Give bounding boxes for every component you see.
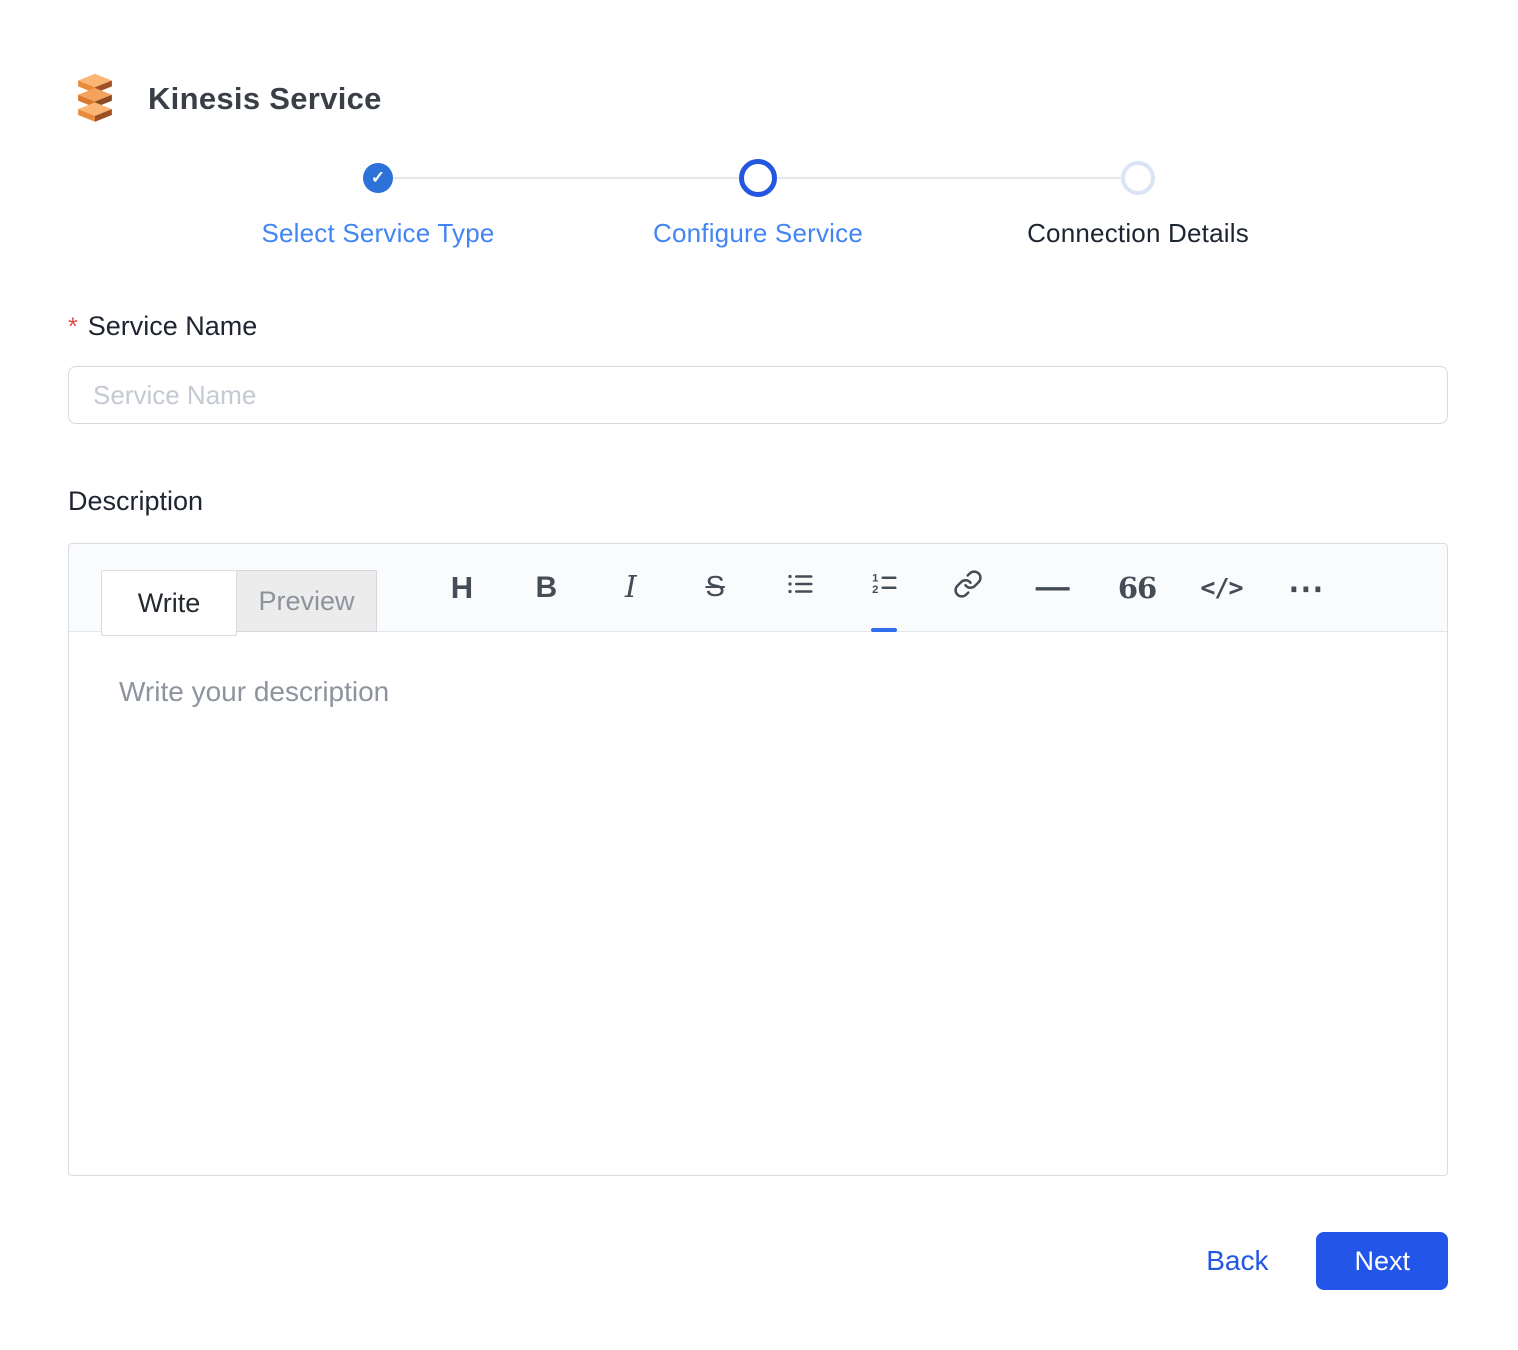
more-icon: ⋯ [1288, 567, 1324, 609]
kinesis-icon [68, 70, 122, 128]
strikethrough-icon: S [705, 571, 724, 604]
step-line [777, 177, 948, 179]
configure-service-page: Kinesis Service ✓ Select Service Type Co… [0, 0, 1518, 1350]
heading-icon: H [451, 570, 473, 606]
unordered-list-button[interactable] [779, 560, 821, 616]
more-button[interactable]: ⋯ [1285, 560, 1327, 616]
markdown-editor: Write Preview H B I S [68, 543, 1448, 1176]
step-completed-circle[interactable]: ✓ [363, 163, 393, 193]
description-label: Description [68, 486, 203, 517]
step-label-select-service-type: Select Service Type [188, 218, 568, 249]
quote-icon: 66 [1118, 571, 1156, 605]
bold-button[interactable]: B [525, 560, 567, 616]
svg-text:2: 2 [872, 583, 878, 595]
description-label-row: Description [68, 486, 1448, 517]
code-icon: </> [1200, 573, 1242, 602]
tab-preview[interactable]: Preview [237, 570, 377, 632]
italic-icon: I [625, 570, 637, 605]
code-button[interactable]: </> [1200, 560, 1242, 616]
editor-toolbar-row: Write Preview H B I S [69, 544, 1447, 632]
step-line [393, 177, 568, 179]
step-current-circle[interactable] [739, 159, 777, 197]
bold-icon: B [536, 571, 558, 605]
back-button[interactable]: Back [1206, 1245, 1268, 1277]
step-label-configure-service: Configure Service [568, 218, 948, 249]
horizontal-rule-icon: — [1036, 568, 1070, 607]
svg-text:1: 1 [872, 572, 878, 584]
link-icon [953, 569, 983, 607]
step-upcoming-circle[interactable] [1121, 161, 1155, 195]
footer-actions: Back Next [68, 1232, 1448, 1290]
horizontal-rule-button[interactable]: — [1032, 560, 1074, 616]
toolbar-active-indicator [871, 628, 897, 632]
step-configure-service[interactable]: Configure Service [568, 154, 948, 249]
step-connection-details[interactable]: Connection Details [948, 154, 1328, 249]
service-name-label: Service Name [88, 311, 258, 342]
check-icon: ✓ [371, 168, 385, 188]
heading-button[interactable]: H [441, 560, 483, 616]
next-button[interactable]: Next [1316, 1232, 1448, 1290]
description-textarea[interactable] [69, 632, 1447, 1175]
link-button[interactable] [947, 560, 989, 616]
step-line [568, 177, 739, 179]
ordered-list-button[interactable]: 1 2 [863, 560, 905, 616]
tab-write[interactable]: Write [101, 570, 237, 636]
required-marker: * [68, 313, 78, 342]
page-title: Kinesis Service [148, 81, 382, 117]
italic-button[interactable]: I [610, 560, 652, 616]
step-select-service-type[interactable]: ✓ Select Service Type [188, 154, 568, 249]
step-line [948, 177, 1121, 179]
stepper: ✓ Select Service Type Configure Service … [188, 154, 1328, 249]
service-name-input[interactable] [68, 366, 1448, 424]
editor-tabs: Write Preview [101, 570, 377, 636]
step-line [1155, 177, 1328, 179]
step-label-connection-details: Connection Details [948, 218, 1328, 249]
service-name-label-row: * Service Name [68, 311, 1448, 342]
step-line [188, 177, 363, 179]
ordered-list-icon: 1 2 [869, 569, 899, 607]
unordered-list-icon [785, 569, 815, 607]
strikethrough-button[interactable]: S [694, 560, 736, 616]
editor-body [69, 632, 1447, 1175]
quote-button[interactable]: 66 [1116, 560, 1158, 616]
page-header: Kinesis Service [68, 70, 1448, 128]
